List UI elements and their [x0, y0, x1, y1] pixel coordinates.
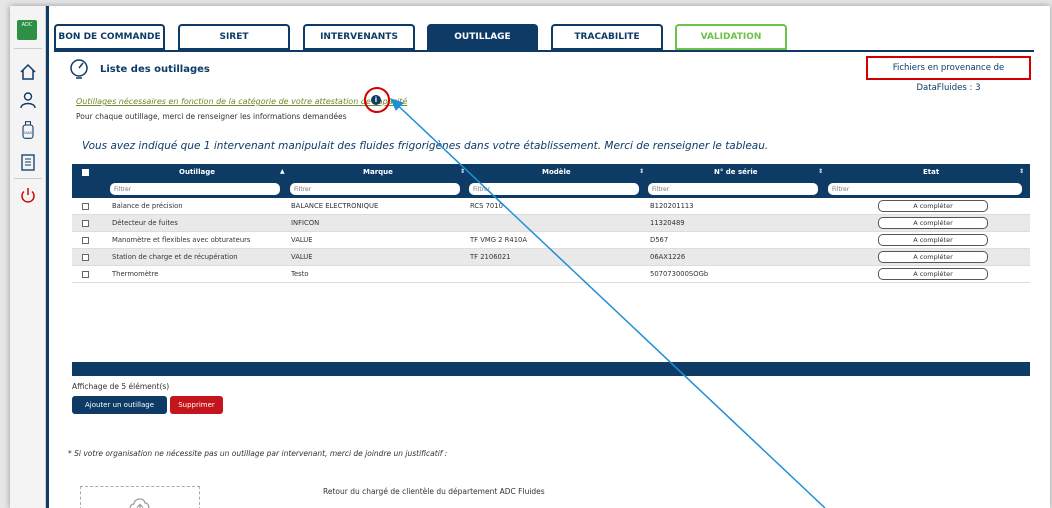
app-window: ADC GAS BON DE COMMANDE SIRET INTERVENAN…	[10, 6, 1050, 508]
annotation-arrow	[390, 98, 826, 508]
